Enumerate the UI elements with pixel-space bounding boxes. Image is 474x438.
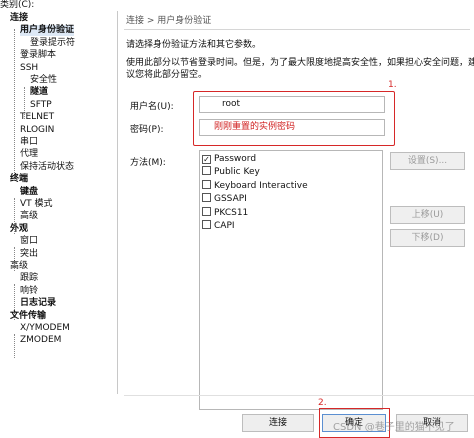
tree-item[interactable]: SSH (20, 63, 38, 74)
tree-item[interactable]: VT 模式 (20, 199, 53, 210)
tree-item[interactable]: 键盘 (20, 187, 38, 198)
method-item-label: Keyboard Interactive (214, 180, 308, 191)
annotation-box-credentials (193, 91, 395, 146)
method-item[interactable]: PKCS11 (202, 206, 249, 220)
username-label: 用户名(U): (130, 102, 174, 112)
description-line-2: 议您将此部分留空。 (126, 70, 208, 80)
tree-item[interactable]: 窗口 (20, 236, 38, 247)
category-label: 类别(C): (0, 0, 35, 10)
tree-item[interactable]: 响铃 (20, 286, 38, 297)
tree-item[interactable]: SFTP (30, 100, 52, 111)
tree-item[interactable]: 日志记录 (20, 298, 56, 309)
cancel-button[interactable]: 取消 (396, 414, 468, 432)
method-list[interactable]: ✓ Password Public Key Keyboard Interactive G… (199, 150, 383, 410)
method-item[interactable]: CAPI (202, 220, 235, 233)
method-item-label: GSSAPI (214, 194, 247, 205)
tree-item[interactable]: 用户身份验证 (20, 25, 75, 37)
checkbox-icon[interactable] (202, 193, 211, 203)
breadcrumb-divider (124, 29, 470, 30)
tree-item[interactable]: 高级 (10, 261, 28, 272)
checkbox-checked-icon[interactable]: ✓ (202, 155, 211, 164)
checkbox-icon[interactable] (202, 220, 211, 229)
tree-item[interactable]: 突出 (20, 249, 38, 260)
settings-button[interactable]: 设置(S)... (390, 152, 465, 170)
checkbox-icon[interactable] (202, 179, 211, 189)
breadcrumb: 连接 > 用户身份验证 (126, 16, 212, 26)
checkbox-icon[interactable] (202, 206, 211, 216)
tree-item[interactable]: 文件传输 (10, 311, 46, 322)
method-item[interactable]: Keyboard Interactive (202, 179, 308, 193)
intro-text: 请选择身份验证方法和其它参数。 (126, 40, 262, 50)
move-down-button[interactable]: 下移(D) (390, 229, 465, 247)
tree-item[interactable]: 登录提示符 (30, 38, 75, 49)
tree-item[interactable]: 连接 (10, 13, 28, 24)
method-item-label: PKCS11 (214, 207, 249, 218)
method-item-label: Password (214, 154, 257, 164)
tree-item[interactable]: 代理 (20, 149, 38, 160)
connect-button[interactable]: 连接 (242, 414, 314, 432)
tree-item[interactable]: 高级 (20, 211, 38, 222)
checkbox-icon[interactable] (202, 166, 211, 176)
tree-item[interactable]: ZMODEM (20, 335, 61, 346)
method-item[interactable]: GSSAPI (202, 193, 247, 206)
tree-item[interactable]: 安全性 (30, 75, 57, 86)
tree-connector-line (14, 29, 15, 179)
tree-item[interactable]: TELNET (20, 112, 54, 123)
move-up-button[interactable]: 上移(U) (390, 206, 465, 224)
tree-item[interactable]: 隧道 (30, 87, 48, 98)
tree-connector-line (14, 334, 15, 358)
tree-item[interactable]: 串口 (20, 137, 38, 148)
tree-item[interactable]: 跟踪 (20, 273, 38, 284)
footer-divider (124, 395, 474, 396)
category-tree[interactable]: 连接 用户身份验证 登录提示符 登录脚本 SSH 安全性 隧道 SFTP TELNET RLOGI… (0, 11, 118, 394)
method-item-label: CAPI (214, 221, 235, 231)
tree-item[interactable]: 外观 (10, 224, 28, 235)
tree-item[interactable]: 保持活动状态 (20, 162, 74, 173)
annotation-step-1: 1. (388, 80, 397, 90)
method-item[interactable]: Public Key (202, 166, 260, 179)
password-label: 密码(P): (130, 125, 164, 135)
tree-item[interactable]: X/YMODEM (20, 323, 70, 334)
tree-item[interactable]: 终端 (10, 174, 28, 185)
tree-item[interactable]: 登录脚本 (20, 50, 56, 61)
tree-item[interactable]: RLOGIN (20, 125, 54, 136)
method-label: 方法(M): (130, 158, 166, 168)
method-item[interactable]: ✓ Password (202, 153, 256, 166)
method-item-label: Public Key (214, 167, 260, 178)
annotation-box-ok (319, 408, 390, 438)
annotation-step-2: 2. (318, 398, 327, 408)
